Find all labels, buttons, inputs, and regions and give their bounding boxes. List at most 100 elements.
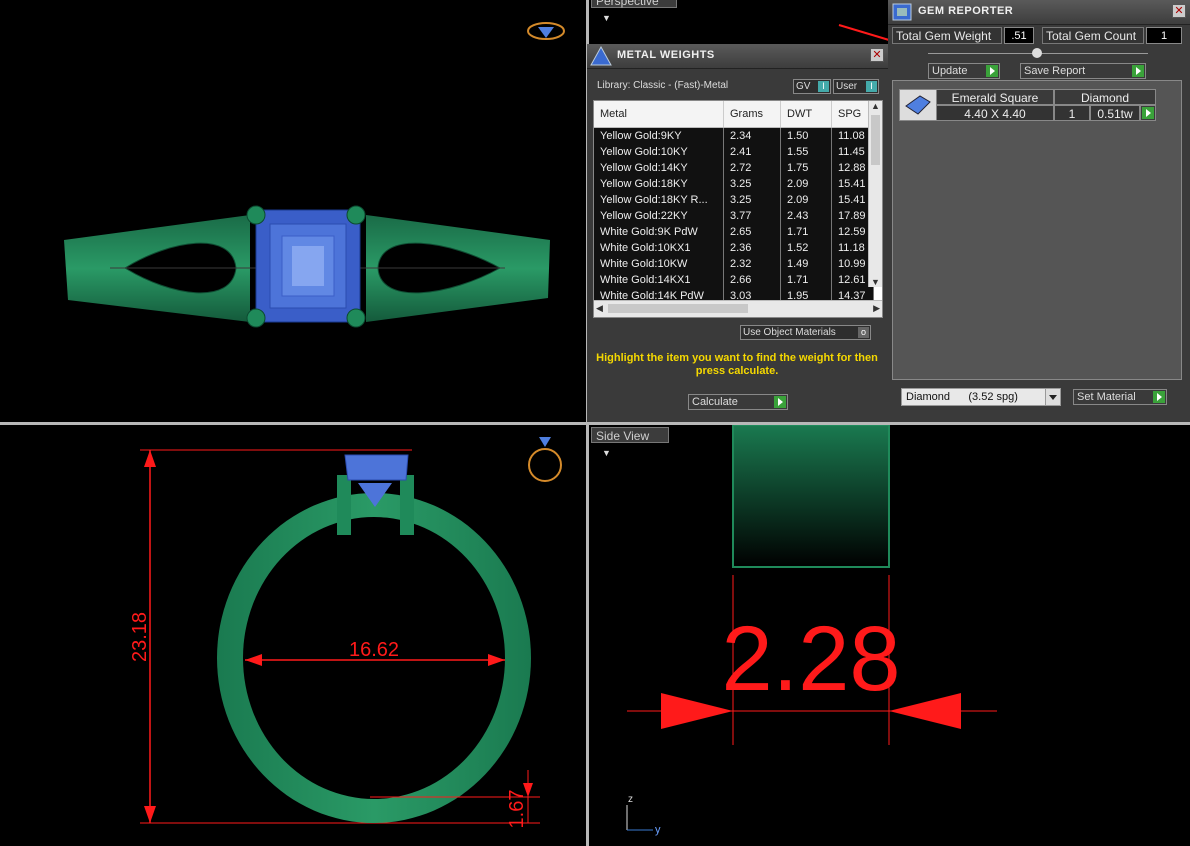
gem-reporter-titlebar[interactable]: GEM REPORTER ✕: [888, 0, 1190, 25]
table-row[interactable]: Yellow Gold:22KY 3.77 2.43 17.89: [594, 208, 874, 225]
ring-orientation-icon: [528, 437, 562, 482]
gem-reporter-panel: GEM REPORTER ✕ Total Gem Weight .51 Tota…: [888, 0, 1190, 422]
viewport-divider-horizontal[interactable]: [0, 422, 1190, 425]
metal-name: White Gold:10KW: [594, 256, 724, 272]
chevron-down-icon: ▼: [602, 448, 611, 458]
grams-value: 2.65: [724, 224, 781, 240]
table-row[interactable]: White Gold:14KX1 2.66 1.71 12.61: [594, 272, 874, 289]
dwt-value: 1.52: [781, 240, 832, 256]
grams-value: 2.36: [724, 240, 781, 256]
total-gem-weight-label: Total Gem Weight: [892, 27, 1002, 44]
svg-text:y: y: [655, 824, 661, 836]
grams-value: 3.77: [724, 208, 781, 224]
dim-height: 23.18: [129, 612, 151, 662]
metal-weights-titlebar[interactable]: METAL WEIGHTS ✕: [587, 44, 888, 69]
material-select[interactable]: Diamond (3.52 spg): [901, 388, 1061, 406]
dim-bottom-thickness: 1.67: [506, 790, 528, 829]
view-cube-icon: [527, 22, 565, 40]
dwt-value: 1.55: [781, 144, 832, 160]
grams-value: 2.34: [724, 128, 781, 144]
grams-value: 2.32: [724, 256, 781, 272]
scroll-left-icon[interactable]: ◀: [596, 303, 603, 314]
gem-detail-button[interactable]: [1140, 105, 1156, 121]
play-icon: [1132, 65, 1144, 77]
gem-list[interactable]: Emerald Square Diamond 4.40 X 4.40 1 0.5…: [892, 80, 1182, 380]
gem-weight: 0.51tw: [1090, 105, 1140, 121]
metal-name: Yellow Gold:18KY: [594, 176, 724, 192]
calculate-button[interactable]: Calculate: [688, 394, 788, 410]
metal-table[interactable]: Metal Grams DWT SPG Yellow Gold:9KY 2.34 1…: [593, 100, 883, 318]
dim-shank-width: 2.28: [721, 608, 900, 710]
table-row[interactable]: Yellow Gold:18KY R... 3.25 2.09 15.41: [594, 192, 874, 209]
total-gem-count-label: Total Gem Count: [1042, 27, 1144, 44]
gv-toggle[interactable]: GV I: [793, 79, 831, 94]
axis-gizmo-icon: z y: [626, 794, 661, 836]
grams-value: 2.66: [724, 272, 781, 288]
gem-type: Diamond: [1054, 89, 1156, 105]
dwt-value: 2.09: [781, 176, 832, 192]
col-metal[interactable]: Metal: [594, 101, 724, 127]
dwt-value: 1.75: [781, 160, 832, 176]
table-row[interactable]: Yellow Gold:10KY 2.41 1.55 11.45: [594, 144, 874, 161]
gem-thumbnail[interactable]: [899, 89, 937, 121]
metal-name: White Gold:9K PdW: [594, 224, 724, 240]
dwt-value: 1.71: [781, 272, 832, 288]
table-row[interactable]: White Gold:9K PdW 2.65 1.71 12.59: [594, 224, 874, 241]
total-gem-count-value[interactable]: 1: [1146, 27, 1182, 44]
metal-name: Yellow Gold:9KY: [594, 128, 724, 144]
col-grams[interactable]: Grams: [724, 101, 781, 127]
metal-name: White Gold:10KX1: [594, 240, 724, 256]
panel-slider[interactable]: [928, 48, 1148, 58]
metal-name: White Gold:14KX1: [594, 272, 724, 288]
grams-value: 3.25: [724, 176, 781, 192]
table-row[interactable]: White Gold:10KX1 2.36 1.52 11.18: [594, 240, 874, 257]
update-button[interactable]: Update: [928, 63, 1000, 79]
viewport-side[interactable]: 2.28 z y Side View▼: [589, 425, 1190, 846]
dwt-value: 1.49: [781, 256, 832, 272]
metal-table-hscroll[interactable]: ◀ ▶: [594, 300, 882, 317]
side-view-tab[interactable]: Side View▼: [591, 427, 669, 458]
gem-shape: Emerald Square: [936, 89, 1054, 105]
chevron-down-icon: [1045, 389, 1060, 405]
gem-size: 4.40 X 4.40: [936, 105, 1054, 121]
col-dwt[interactable]: DWT: [781, 101, 832, 127]
use-object-materials-toggle[interactable]: Use Object Materials o: [740, 325, 871, 340]
scroll-down-icon[interactable]: ▼: [871, 277, 880, 287]
metal-name: Yellow Gold:10KY: [594, 144, 724, 160]
dwt-value: 2.09: [781, 192, 832, 208]
user-toggle[interactable]: User I: [833, 79, 879, 94]
gem-count: 1: [1054, 105, 1090, 121]
dwt-value: 1.50: [781, 128, 832, 144]
viewport-front[interactable]: 16.62 23.18 1.67: [0, 425, 586, 846]
dwt-value: 1.71: [781, 224, 832, 240]
table-row[interactable]: White Gold:10KW 2.32 1.49 10.99: [594, 256, 874, 273]
metal-table-vscroll[interactable]: ▲ ▼: [868, 101, 882, 287]
play-icon: [1153, 391, 1165, 403]
metal-name: Yellow Gold:14KY: [594, 160, 724, 176]
grams-value: 2.41: [724, 144, 781, 160]
viewport-top[interactable]: [0, 0, 586, 422]
svg-text:z: z: [628, 794, 633, 805]
scroll-right-icon[interactable]: ▶: [873, 303, 880, 314]
dim-inner-diameter: 16.62: [349, 639, 399, 661]
close-icon[interactable]: ✕: [1172, 4, 1186, 18]
set-material-button[interactable]: Set Material: [1073, 389, 1167, 405]
table-row[interactable]: Yellow Gold:14KY 2.72 1.75 12.88: [594, 160, 874, 177]
table-row[interactable]: Yellow Gold:18KY 3.25 2.09 15.41: [594, 176, 874, 193]
play-icon: [986, 65, 998, 77]
emerald-square-icon: [905, 95, 931, 115]
scroll-up-icon[interactable]: ▲: [871, 101, 880, 111]
grams-value: 3.25: [724, 192, 781, 208]
ring-front-view: 16.62 23.18 1.67: [129, 437, 562, 829]
library-label: Library: Classic - (Fast)-Metal: [597, 80, 729, 91]
play-icon: [1142, 107, 1154, 119]
instruction-text: Highlight the item you want to find the …: [596, 352, 878, 377]
save-report-button[interactable]: Save Report: [1020, 63, 1146, 79]
metal-table-header: Metal Grams DWT SPG: [594, 101, 874, 128]
ring-side-view: 2.28 z y: [626, 425, 997, 836]
total-gem-weight-value[interactable]: .51: [1004, 27, 1034, 44]
grams-value: 2.72: [724, 160, 781, 176]
table-row[interactable]: Yellow Gold:9KY 2.34 1.50 11.08: [594, 128, 874, 145]
close-icon[interactable]: ✕: [870, 48, 884, 62]
metal-weights-logo-icon: [590, 46, 612, 66]
